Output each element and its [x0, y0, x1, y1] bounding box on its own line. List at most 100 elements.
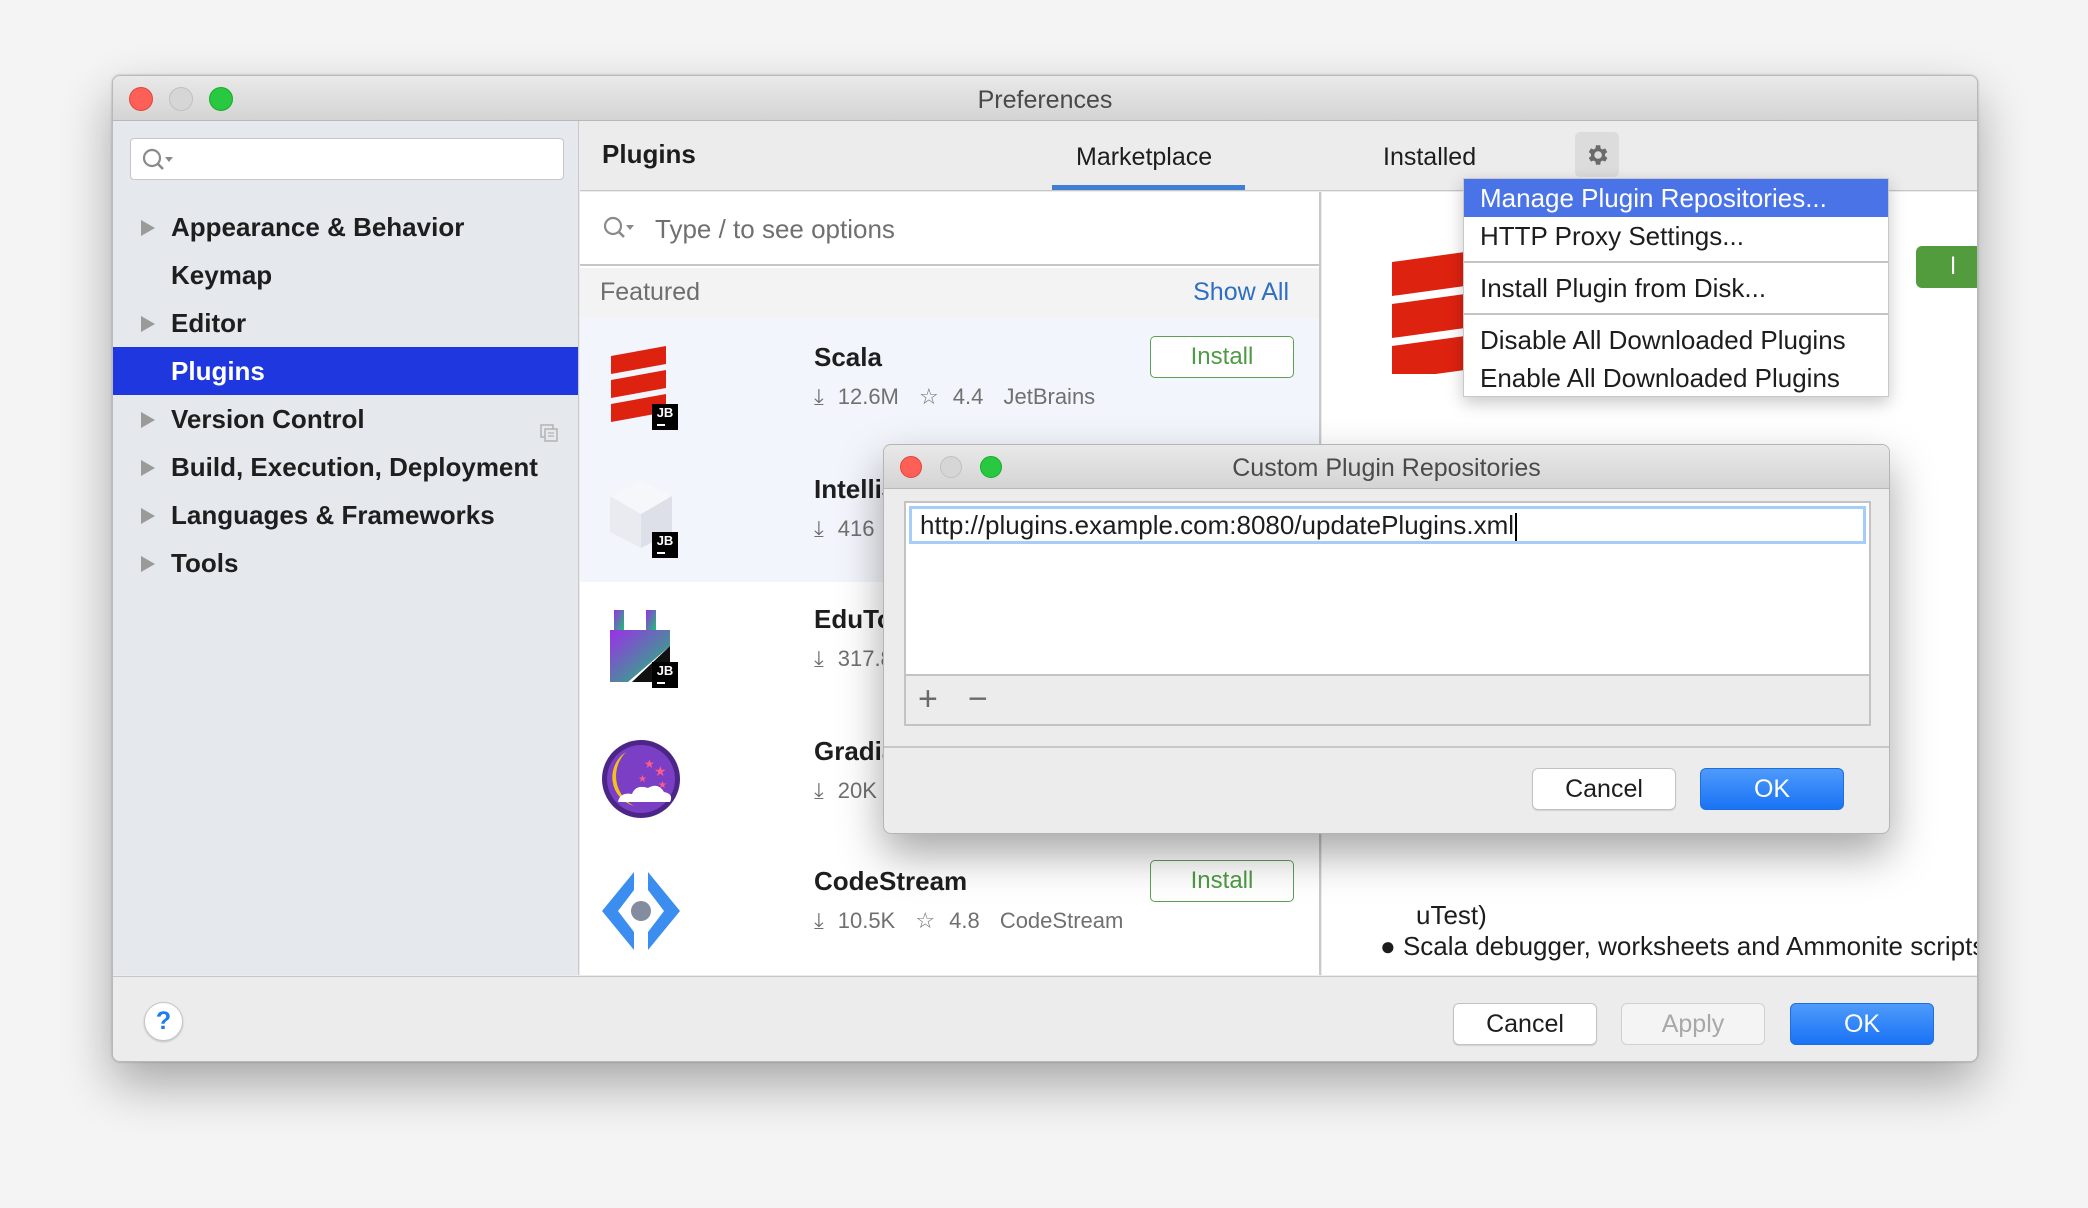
gradianto-logo-icon: ★ ★ ★ ★: [600, 738, 680, 826]
download-icon: ⤓: [814, 778, 824, 803]
install-button[interactable]: Install: [1150, 336, 1294, 378]
expand-arrow-icon[interactable]: [141, 460, 155, 476]
sidebar-item-label: Version Control: [171, 404, 365, 434]
bullet-icon: ●: [1380, 931, 1403, 961]
expand-arrow-icon[interactable]: [141, 412, 155, 428]
sidebar-item-label: Languages & Frameworks: [171, 500, 495, 530]
expand-arrow-icon[interactable]: [141, 556, 155, 572]
featured-label: Featured: [600, 278, 701, 306]
tab-marketplace[interactable]: Marketplace: [1076, 143, 1212, 172]
dialog-button-bar: ? Cancel Apply OK: [113, 976, 1977, 1061]
jetbrains-badge-icon: JB: [652, 404, 678, 430]
text-cursor: [1515, 513, 1518, 542]
dialog-titlebar[interactable]: Custom Plugin Repositories: [884, 445, 1889, 489]
search-placeholder: Type / to see options: [655, 214, 895, 244]
apply-button[interactable]: Apply: [1621, 1003, 1765, 1045]
sidebar-item-appearance-behavior[interactable]: Appearance & Behavior: [113, 203, 578, 251]
svg-text:★: ★: [654, 763, 667, 779]
settings-search-input[interactable]: [130, 138, 564, 180]
tab-installed[interactable]: Installed: [1383, 143, 1476, 172]
add-repository-button[interactable]: +: [918, 682, 938, 716]
rating: 4.8: [949, 908, 980, 933]
menu-item-manage-repositories[interactable]: Manage Plugin Repositories...: [1464, 179, 1888, 217]
svg-text:★: ★: [658, 780, 667, 791]
page-title: Plugins: [602, 139, 696, 169]
repository-list: http://plugins.example.com:8080/updatePl…: [904, 501, 1871, 726]
description-bullet: ● Scala debugger, worksheets and Ammonit…: [1380, 931, 1977, 962]
menu-item-install-from-disk[interactable]: Install Plugin from Disk...: [1464, 269, 1888, 307]
plugin-name: Scala: [814, 342, 882, 372]
dialog-ok-button[interactable]: OK: [1700, 768, 1844, 810]
window-title: Preferences: [977, 86, 1113, 114]
settings-sidebar: Appearance & Behavior Keymap Editor Plug…: [113, 121, 579, 975]
menu-item-disable-all[interactable]: Disable All Downloaded Plugins: [1464, 321, 1888, 359]
plugin-meta: ⤓ 10.5K ☆ 4.8 CodeStream: [814, 908, 1137, 934]
plugin-row-codestream[interactable]: CodeStream ⤓ 10.5K ☆ 4.8 CodeStream Instal…: [580, 846, 1319, 978]
menu-separator: [1464, 313, 1888, 315]
download-icon: ⤓: [814, 908, 824, 933]
expand-arrow-icon[interactable]: [141, 220, 155, 236]
install-button[interactable]: Install: [1150, 860, 1294, 902]
repository-url-input[interactable]: http://plugins.example.com:8080/updatePl…: [909, 506, 1866, 544]
download-icon: ⤓: [814, 384, 824, 409]
sidebar-item-label: Tools: [171, 548, 239, 578]
active-tab-indicator: [1052, 185, 1245, 190]
menu-item-enable-all[interactable]: Enable All Downloaded Plugins: [1464, 359, 1888, 397]
settings-tree: Appearance & Behavior Keymap Editor Plug…: [113, 203, 578, 587]
sidebar-item-build-execution-deployment[interactable]: Build, Execution, Deployment: [113, 443, 578, 491]
edutools-logo-icon: JB: [608, 606, 680, 694]
remove-repository-button[interactable]: −: [968, 682, 988, 716]
sidebar-item-plugins[interactable]: Plugins: [113, 347, 578, 395]
show-all-link[interactable]: Show All: [1193, 278, 1289, 307]
sidebar-item-tools[interactable]: Tools: [113, 539, 578, 587]
svg-text:★: ★: [638, 774, 647, 785]
gear-icon: [1588, 145, 1608, 165]
sidebar-item-languages-frameworks[interactable]: Languages & Frameworks: [113, 491, 578, 539]
download-icon: ⤓: [814, 516, 824, 541]
plugin-search-input[interactable]: Type / to see options: [580, 192, 1319, 266]
sidebar-item-keymap[interactable]: Keymap: [113, 251, 578, 299]
plugin-meta: ⤓ 12.6M ☆ 4.4 JetBrains: [814, 384, 1109, 410]
plugin-row-scala[interactable]: JB Scala ⤓ 12.6M ☆ 4.4 JetBrains Install: [580, 318, 1319, 450]
sidebar-item-label: Build, Execution, Deployment: [171, 452, 538, 482]
featured-section-header: Featured Show All: [580, 268, 1319, 318]
expand-arrow-icon[interactable]: [141, 508, 155, 524]
plugin-settings-button[interactable]: [1575, 132, 1619, 177]
scala-logo-icon: JB: [608, 342, 680, 430]
download-count: 10.5K: [837, 908, 896, 933]
codestream-logo-icon: [600, 870, 680, 958]
download-icon: ⤓: [814, 646, 824, 671]
help-button[interactable]: ?: [144, 1002, 183, 1041]
dialog-title: Custom Plugin Repositories: [1232, 454, 1541, 482]
cancel-button[interactable]: Cancel: [1453, 1003, 1597, 1045]
dialog-cancel-button[interactable]: Cancel: [1532, 768, 1676, 810]
vendor: CodeStream: [999, 908, 1124, 933]
plugin-name: CodeStream: [814, 866, 968, 896]
sidebar-item-label: Appearance & Behavior: [171, 212, 465, 242]
rating: 4.4: [952, 384, 984, 409]
download-count: 20K: [837, 778, 877, 803]
description-line: uTest): [1416, 900, 1487, 930]
menu-separator: [1464, 261, 1888, 263]
sidebar-item-label: Plugins: [171, 356, 265, 386]
menu-item-http-proxy[interactable]: HTTP Proxy Settings...: [1464, 217, 1888, 255]
download-count: 12.6M: [837, 384, 899, 409]
star-icon: ☆: [919, 384, 939, 409]
custom-plugin-repositories-dialog: Custom Plugin Repositories http://plugin…: [883, 444, 1890, 834]
detail-install-button[interactable]: l: [1916, 246, 1977, 288]
expand-arrow-icon[interactable]: [141, 316, 155, 332]
sidebar-item-editor[interactable]: Editor: [113, 299, 578, 347]
vendor: JetBrains: [1003, 384, 1096, 409]
jetbrains-badge-icon: JB: [652, 532, 678, 558]
repository-url-text: http://plugins.example.com:8080/updatePl…: [920, 510, 1515, 540]
plugin-settings-menu: Manage Plugin Repositories... HTTP Proxy…: [1463, 178, 1889, 397]
repository-list-toolbar: + −: [906, 674, 1869, 724]
sidebar-item-version-control[interactable]: Version Control: [113, 395, 578, 443]
dialog-footer: Cancel OK: [884, 746, 1889, 833]
ok-button[interactable]: OK: [1790, 1003, 1934, 1045]
sidebar-item-label: Keymap: [171, 260, 273, 290]
window-titlebar[interactable]: Preferences: [113, 76, 1977, 121]
jetbrains-badge-icon: JB: [652, 662, 678, 688]
download-count: 416: [837, 516, 875, 541]
search-icon: [602, 215, 636, 246]
